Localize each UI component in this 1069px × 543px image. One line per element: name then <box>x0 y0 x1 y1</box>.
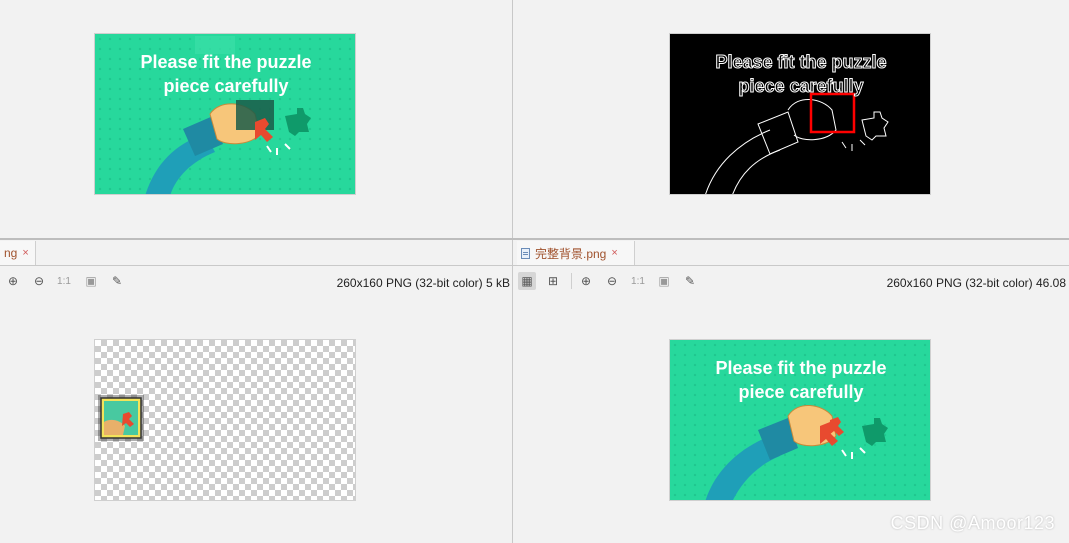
zoom-in-icon[interactable]: ⊕ <box>4 272 22 290</box>
caption-line-2: piece carefully <box>738 76 864 97</box>
watermark: CSDN @Amoor123 <box>890 513 1055 533</box>
caption: Please fit the puzzle piece carefully <box>670 356 930 404</box>
tab-slider-image[interactable]: ng × <box>0 241 36 265</box>
pane-bottom-right: 完整背景.png × ▦ ⊞ ⊕ ⊖ 1:1 ▣ ✎ 260x160 PNG (… <box>513 240 1069 543</box>
file-icon <box>521 247 530 259</box>
image-toolbar: ⊕ ⊖ 1:1 ▣ ✎ 260x160 PNG (32-bit color) 5… <box>0 268 512 294</box>
tab-complete-background[interactable]: 完整背景.png × <box>517 241 635 265</box>
pane-top-right: Please fit the puzzle piece carefully <box>513 0 1069 238</box>
grid-icon[interactable]: ⊞ <box>544 272 562 290</box>
image-info: 260x160 PNG (32-bit color) 46.08 <box>886 276 1066 290</box>
caption-line-1: Please fit the puzzle <box>715 358 887 378</box>
zoom-out-icon[interactable]: ⊖ <box>30 272 48 290</box>
checkerboard-toggle-icon[interactable]: ▦ <box>518 272 536 290</box>
caption: Please fit the puzzle piece carefully <box>95 50 355 98</box>
caption: Please fit the puzzle piece carefully <box>670 50 930 98</box>
puzzle-piece-image <box>94 339 356 501</box>
color-picker-icon[interactable]: ✎ <box>681 272 699 290</box>
tab-label: 完整背景.png <box>535 246 607 261</box>
image-toolbar: ▦ ⊞ ⊕ ⊖ 1:1 ▣ ✎ 260x160 PNG (32-bit colo… <box>513 268 1069 294</box>
image-info: 260x160 PNG (32-bit color) 5 kB <box>336 276 510 290</box>
close-icon[interactable]: × <box>611 247 617 259</box>
actual-size-button[interactable]: 1:1 <box>55 272 73 290</box>
close-icon[interactable]: × <box>22 247 28 259</box>
color-picker-icon[interactable]: ✎ <box>108 272 126 290</box>
caption-line-2: piece carefully <box>163 76 289 96</box>
caption-line-1: Please fit the puzzle <box>140 52 312 72</box>
caption-line-1: Please fit the puzzle <box>715 52 887 73</box>
puzzle-background-image: Please fit the puzzle piece carefully <box>94 33 356 195</box>
pane-bottom-left: ng × ⊕ ⊖ 1:1 ▣ ✎ 260x160 PNG (32-bit col… <box>0 240 512 543</box>
complete-background-image: Please fit the puzzle piece carefully <box>669 339 931 501</box>
caption-line-2: piece carefully <box>738 382 864 402</box>
fit-to-window-icon[interactable]: ▣ <box>655 272 673 290</box>
zoom-out-icon[interactable]: ⊖ <box>603 272 621 290</box>
puzzle-piece <box>98 395 144 441</box>
fit-to-window-icon[interactable]: ▣ <box>82 272 100 290</box>
edge-detection-image: Please fit the puzzle piece carefully <box>669 33 931 195</box>
toolbar-separator <box>571 273 572 289</box>
tab-bar: 完整背景.png × <box>513 240 1069 266</box>
zoom-in-icon[interactable]: ⊕ <box>577 272 595 290</box>
actual-size-button[interactable]: 1:1 <box>629 272 647 290</box>
tab-label: ng <box>4 246 18 260</box>
pane-top-left: Please fit the puzzle piece carefully <box>0 0 512 238</box>
tab-bar: ng × <box>0 240 512 266</box>
